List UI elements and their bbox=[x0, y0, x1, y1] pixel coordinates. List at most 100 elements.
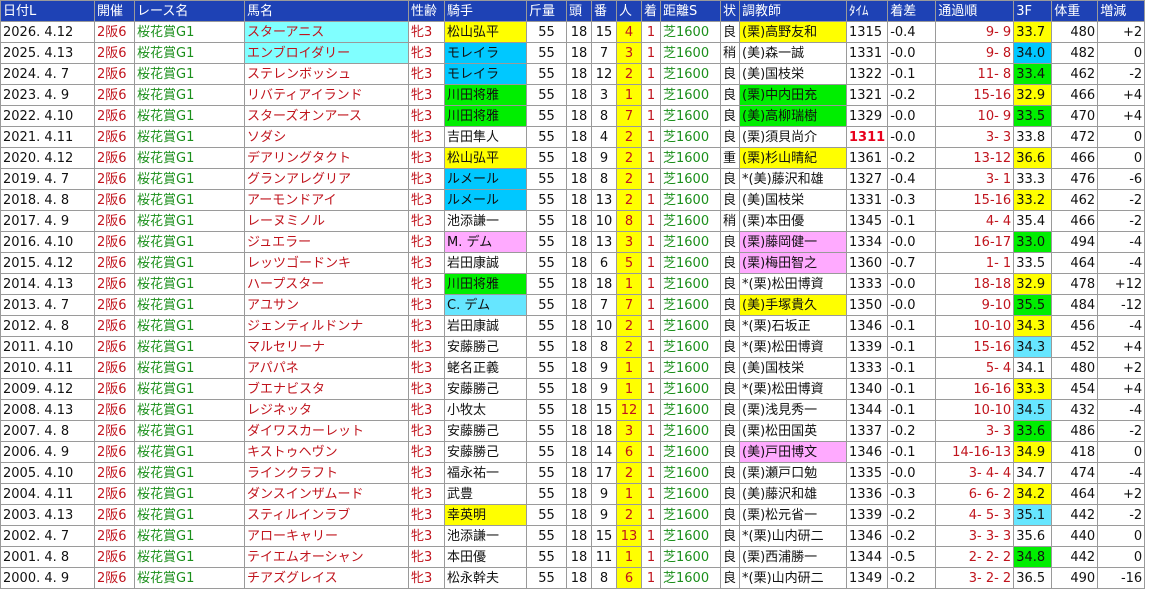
table-row[interactable]: 2005. 4.10 2阪6 桜花賞G1 ラインクラフト 牝3 福永祐一 55 18 17 2 1 芝… bbox=[0, 462, 1146, 484]
table-row[interactable]: 2007. 4. 8 2阪6 桜花賞G1 ダイワスカーレット 牝3 安藤勝己 55 18 18 3… bbox=[0, 420, 1146, 442]
horse-name-cell: アーモンドアイ bbox=[244, 189, 409, 211]
table-row[interactable]: 2019. 4. 7 2阪6 桜花賞G1 グランアレグリア 牝3 ルメール 55 18 8 2 1 芝… bbox=[0, 168, 1146, 190]
table-row[interactable]: 2025. 4.13 2阪6 桜花賞G1 エンブロイダリー 牝3 モレイラ 55 18 7 3 1 芝… bbox=[0, 42, 1146, 64]
date-cell: 2026. 4.12 bbox=[0, 21, 95, 43]
table-row[interactable]: 2008. 4.13 2阪6 桜花賞G1 レジネッタ 牝3 小牧太 55 18 15 12 1 芝16… bbox=[0, 399, 1146, 421]
post-number-cell: 15 bbox=[591, 525, 617, 547]
last-3f-cell: 34.5 bbox=[1013, 399, 1053, 421]
field-size-cell: 18 bbox=[566, 252, 592, 274]
column-header[interactable]: 頭 bbox=[566, 0, 592, 22]
column-header[interactable]: 馬名 bbox=[244, 0, 409, 22]
column-header[interactable]: 着差 bbox=[887, 0, 937, 22]
jockey-cell: 川田将雅 bbox=[444, 105, 527, 127]
distance-cell: 芝1600 bbox=[660, 357, 721, 379]
column-header[interactable]: 開催 bbox=[94, 0, 135, 22]
column-header[interactable]: ﾀｲﾑ bbox=[845, 0, 889, 22]
race-name-cell: 桜花賞G1 bbox=[134, 147, 245, 169]
distance-cell: 芝1600 bbox=[660, 273, 721, 295]
last-3f-cell: 36.5 bbox=[1013, 567, 1053, 589]
distance-cell: 芝1600 bbox=[660, 525, 721, 547]
trainer-cell: (栗)瀬戸口勉 bbox=[739, 462, 847, 484]
margin-cell: -0.3 bbox=[887, 189, 937, 211]
weight-cell: 55 bbox=[526, 84, 567, 106]
column-header[interactable]: 3F bbox=[1013, 0, 1053, 22]
table-row[interactable]: 2015. 4.12 2阪6 桜花賞G1 レッツゴードンキ 牝3 岩田康誠 55 18 6 5 1 芝… bbox=[0, 252, 1146, 274]
table-row[interactable]: 2012. 4. 8 2阪6 桜花賞G1 ジェンティルドンナ 牝3 岩田康誠 55 18 10 2… bbox=[0, 315, 1146, 337]
table-row[interactable]: 2009. 4.12 2阪6 桜花賞G1 ブエナビスタ 牝3 安藤勝己 55 18 9 1 1 芝16… bbox=[0, 378, 1146, 400]
table-row[interactable]: 2020. 4.12 2阪6 桜花賞G1 デアリングタクト 牝3 松山弘平 55 18 9 2 1 芝… bbox=[0, 147, 1146, 169]
table-row[interactable]: 2014. 4.13 2阪6 桜花賞G1 ハープスター 牝3 川田将雅 55 18 18 1 1 芝1… bbox=[0, 273, 1146, 295]
column-header[interactable]: 増減 bbox=[1097, 0, 1146, 22]
horse-name-cell: レジネッタ bbox=[244, 399, 409, 421]
table-row[interactable]: 2023. 4. 9 2阪6 桜花賞G1 リバティアイランド 牝3 川田将雅 55 18 3 1 1… bbox=[0, 84, 1146, 106]
body-weight-cell: 462 bbox=[1051, 189, 1099, 211]
table-row[interactable]: 2017. 4. 9 2阪6 桜花賞G1 レーヌミノル 牝3 池添謙一 55 18 10 8 1 芝1… bbox=[0, 210, 1146, 232]
column-header[interactable]: 着 bbox=[641, 0, 661, 22]
popularity-cell: 2 bbox=[616, 63, 642, 85]
table-row[interactable]: 2013. 4. 7 2阪6 桜花賞G1 アユサン 牝3 C. デム 55 18 7 7 1 芝160… bbox=[0, 294, 1146, 316]
distance-cell: 芝1600 bbox=[660, 567, 721, 589]
table-row[interactable]: 2024. 4. 7 2阪6 桜花賞G1 ステレンボッシュ 牝3 モレイラ 55 18 12 2 1… bbox=[0, 63, 1146, 85]
table-row[interactable]: 2003. 4.13 2阪6 桜花賞G1 スティルインラブ 牝3 幸英明 55 18 9 2 1 芝1… bbox=[0, 504, 1146, 526]
sex-age-cell: 牝3 bbox=[408, 420, 445, 442]
table-row[interactable]: 2010. 4.11 2阪6 桜花賞G1 アパパネ 牝3 蛯名正義 55 18 9 1 1 芝1600… bbox=[0, 357, 1146, 379]
time-cell: 1339 bbox=[845, 504, 889, 526]
column-header[interactable]: 性齢 bbox=[408, 0, 445, 22]
table-row[interactable]: 2006. 4. 9 2阪6 桜花賞G1 キストゥヘヴン 牝3 安藤勝己 55 18 14 6 1 芝… bbox=[0, 441, 1146, 463]
date-cell: 2025. 4.13 bbox=[0, 42, 95, 64]
table-row[interactable]: 2000. 4. 9 2阪6 桜花賞G1 チアズグレイス 牝3 松永幹夫 55 18 8 6 1 芝1… bbox=[0, 567, 1146, 589]
trainer-cell: *(栗)松田博資 bbox=[739, 336, 847, 358]
weight-cell: 55 bbox=[526, 315, 567, 337]
margin-cell: -0.0 bbox=[887, 42, 937, 64]
sex-age-cell: 牝3 bbox=[408, 84, 445, 106]
table-row[interactable]: 2001. 4. 8 2阪6 桜花賞G1 テイエムオーシャン 牝3 本田優 55 18 11 1 1… bbox=[0, 546, 1146, 568]
finish-cell: 1 bbox=[641, 483, 661, 505]
popularity-cell: 1 bbox=[616, 378, 642, 400]
weight-cell: 55 bbox=[526, 336, 567, 358]
post-number-cell: 17 bbox=[591, 462, 617, 484]
venue-cell: 2阪6 bbox=[94, 231, 135, 253]
column-header[interactable]: 距離S bbox=[660, 0, 721, 22]
distance-cell: 芝1600 bbox=[660, 21, 721, 43]
venue-cell: 2阪6 bbox=[94, 336, 135, 358]
column-header[interactable]: 調教師 bbox=[739, 0, 847, 22]
column-header[interactable]: 通過順 bbox=[935, 0, 1015, 22]
table-row[interactable]: 2018. 4. 8 2阪6 桜花賞G1 アーモンドアイ 牝3 ルメール 55 18 13 2 1 芝… bbox=[0, 189, 1146, 211]
date-cell: 2020. 4.12 bbox=[0, 147, 95, 169]
date-cell: 2021. 4.11 bbox=[0, 126, 95, 148]
race-name-cell: 桜花賞G1 bbox=[134, 273, 245, 295]
post-number-cell: 18 bbox=[591, 420, 617, 442]
field-size-cell: 18 bbox=[566, 42, 592, 64]
column-header[interactable]: 斤量 bbox=[526, 0, 567, 22]
passing-order-cell: 18-18 bbox=[935, 273, 1015, 295]
last-3f-cell: 35.6 bbox=[1013, 525, 1053, 547]
venue-cell: 2阪6 bbox=[94, 462, 135, 484]
body-weight-cell: 482 bbox=[1051, 42, 1099, 64]
column-header[interactable]: 番 bbox=[591, 0, 617, 22]
column-header[interactable]: 騎手 bbox=[444, 0, 527, 22]
race-name-cell: 桜花賞G1 bbox=[134, 546, 245, 568]
weight-change-cell: -2 bbox=[1097, 63, 1146, 85]
race-name-cell: 桜花賞G1 bbox=[134, 315, 245, 337]
post-number-cell: 9 bbox=[591, 357, 617, 379]
table-row[interactable]: 2026. 4.12 2阪6 桜花賞G1 スターアニス 牝3 松山弘平 55 18 15 4 1 芝1… bbox=[0, 21, 1146, 43]
column-header[interactable]: 人 bbox=[616, 0, 642, 22]
table-row[interactable]: 2016. 4.10 2阪6 桜花賞G1 ジュエラー 牝3 M. デム 55 18 13 3 1 芝1… bbox=[0, 231, 1146, 253]
table-row[interactable]: 2021. 4.11 2阪6 桜花賞G1 ソダシ 牝3 吉田隼人 55 18 4 2 1 芝1600 良… bbox=[0, 126, 1146, 148]
time-cell: 1333 bbox=[845, 273, 889, 295]
jockey-cell: ルメール bbox=[444, 189, 527, 211]
table-row[interactable]: 2022. 4.10 2阪6 桜花賞G1 スターズオンアース 牝3 川田将雅 55 18 8 7 1… bbox=[0, 105, 1146, 127]
race-name-cell: 桜花賞G1 bbox=[134, 336, 245, 358]
table-row[interactable]: 2004. 4.11 2阪6 桜花賞G1 ダンスインザムード 牝3 武豊 55 18 9 1 1 芝1… bbox=[0, 483, 1146, 505]
column-header[interactable]: 体重 bbox=[1051, 0, 1099, 22]
margin-cell: -0.1 bbox=[887, 63, 937, 85]
table-row[interactable]: 2011. 4.10 2阪6 桜花賞G1 マルセリーナ 牝3 安藤勝己 55 18 8 2 1 芝16… bbox=[0, 336, 1146, 358]
column-header[interactable]: 状 bbox=[720, 0, 740, 22]
last-3f-cell: 33.4 bbox=[1013, 63, 1053, 85]
margin-cell: -0.0 bbox=[887, 294, 937, 316]
column-header[interactable]: 日付L bbox=[0, 0, 95, 22]
table-row[interactable]: 2002. 4. 7 2阪6 桜花賞G1 アローキャリー 牝3 池添謙一 55 18 15 13 1… bbox=[0, 525, 1146, 547]
track-condition-cell: 良 bbox=[720, 315, 740, 337]
body-weight-cell: 466 bbox=[1051, 147, 1099, 169]
column-header[interactable]: レース名 bbox=[134, 0, 245, 22]
